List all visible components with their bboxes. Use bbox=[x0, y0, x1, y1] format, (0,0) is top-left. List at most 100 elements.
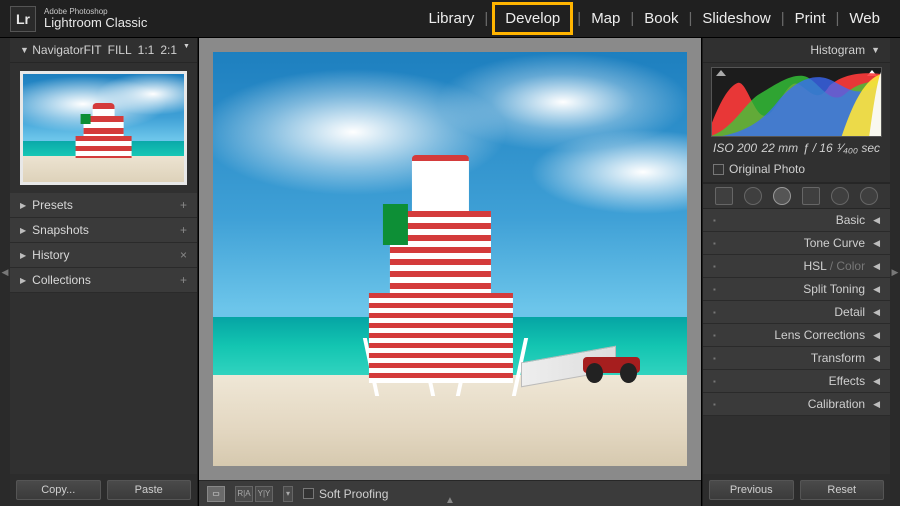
panel-badge[interactable]: + bbox=[180, 223, 187, 237]
chevron-left-icon: ◀ bbox=[873, 353, 880, 364]
panel-label: Effects bbox=[829, 374, 865, 388]
panel-hsl[interactable]: ▪HSL / Color◀ bbox=[703, 255, 890, 278]
right-panel-list: ▪ Basic ◀ ▪Tone Curve◀ ▪HSL / Color◀ ▪Spli… bbox=[703, 209, 890, 474]
histogram[interactable] bbox=[711, 67, 882, 137]
loupe-view-icon[interactable]: ▭ bbox=[207, 486, 225, 502]
panel-switch-icon[interactable]: ▪ bbox=[713, 285, 716, 294]
before-after-lr-icon[interactable]: R|A bbox=[235, 486, 253, 502]
module-switcher: Library | Develop | Map | Book | Slidesh… bbox=[422, 2, 900, 35]
panel-history[interactable]: ▶ History × bbox=[10, 243, 197, 268]
before-after-tb-icon[interactable]: Y|Y bbox=[255, 486, 273, 502]
copy-button[interactable]: Copy... bbox=[16, 480, 101, 500]
panel-label: Transform bbox=[811, 351, 865, 365]
chevron-left-icon: ◀ bbox=[873, 284, 880, 295]
panel-label: Snapshots bbox=[32, 223, 180, 237]
left-edge-toggle[interactable]: ◀ bbox=[0, 38, 10, 506]
navigator-title: Navigator bbox=[32, 43, 83, 57]
zoom-1-1[interactable]: 1:1 bbox=[138, 43, 155, 57]
module-slideshow[interactable]: Slideshow bbox=[696, 6, 776, 31]
left-panel-list: ▶ Presets + ▶ Snapshots + ▶ History × ▶ … bbox=[10, 193, 197, 474]
expand-icon: ▼ bbox=[20, 45, 29, 55]
module-web[interactable]: Web bbox=[843, 6, 886, 31]
module-map[interactable]: Map bbox=[585, 6, 626, 31]
navigator-thumbnail[interactable] bbox=[20, 71, 187, 185]
previous-button[interactable]: Previous bbox=[709, 480, 794, 500]
right-edge-toggle[interactable]: ▶ bbox=[890, 38, 900, 506]
expand-icon: ▼ bbox=[871, 45, 880, 55]
brush-tool-icon[interactable] bbox=[860, 187, 878, 205]
brand-title: Adobe Photoshop Lightroom Classic bbox=[44, 8, 147, 29]
exif-aperture: ƒ / 16 bbox=[803, 141, 833, 155]
panel-badge[interactable]: + bbox=[180, 198, 187, 212]
panel-label: Detail bbox=[834, 305, 865, 319]
module-sep: | bbox=[480, 10, 492, 27]
module-library[interactable]: Library bbox=[422, 6, 480, 31]
panel-presets[interactable]: ▶ Presets + bbox=[10, 193, 197, 218]
panel-switch-icon[interactable]: ▪ bbox=[713, 262, 716, 271]
panel-switch-icon[interactable]: ▪ bbox=[713, 377, 716, 386]
module-sep: | bbox=[777, 10, 789, 27]
local-tools bbox=[703, 183, 890, 209]
panel-switch-icon[interactable]: ▪ bbox=[713, 308, 716, 317]
panel-collections[interactable]: ▶ Collections + bbox=[10, 268, 197, 293]
soft-proofing-toggle[interactable]: Soft Proofing bbox=[303, 487, 388, 501]
center-viewer: ▭ R|A Y|Y ▾ Soft Proofing ▲ bbox=[198, 38, 702, 506]
main-area: ◀ ▼ Navigator FIT FILL 1:1 2:1 ▼ ▶ Prese… bbox=[0, 38, 900, 506]
chevron-left-icon: ◀ bbox=[873, 238, 880, 249]
chevron-left-icon: ◀ bbox=[873, 215, 880, 226]
zoom-2-1[interactable]: 2:1 bbox=[160, 43, 177, 57]
original-photo-toggle[interactable]: Original Photo bbox=[703, 159, 890, 183]
photo-preview bbox=[213, 52, 687, 466]
panel-effects[interactable]: ▪Effects◀ bbox=[703, 370, 890, 393]
redeye-tool-icon[interactable] bbox=[773, 187, 791, 205]
paste-button[interactable]: Paste bbox=[107, 480, 192, 500]
panel-switch-icon[interactable]: ▪ bbox=[713, 239, 716, 248]
panel-detail[interactable]: ▪ Detail ◀ bbox=[703, 301, 890, 324]
navigator-header[interactable]: ▼ Navigator FIT FILL 1:1 2:1 ▼ bbox=[10, 38, 197, 63]
panel-label: Calibration bbox=[808, 397, 865, 411]
module-sep: | bbox=[626, 10, 638, 27]
brand-big: Lightroom Classic bbox=[44, 16, 147, 29]
toolbar-more-icon[interactable]: ▾ bbox=[283, 486, 293, 502]
chevron-left-icon: ◀ bbox=[873, 307, 880, 318]
zoom-fill[interactable]: FILL bbox=[108, 43, 132, 57]
panel-lens-corrections[interactable]: ▪Lens Corrections◀ bbox=[703, 324, 890, 347]
checkbox-icon bbox=[303, 488, 314, 499]
checkbox-icon bbox=[713, 164, 724, 175]
filmstrip-toggle-icon[interactable]: ▲ bbox=[445, 495, 455, 506]
panel-switch-icon[interactable]: ▪ bbox=[713, 400, 716, 409]
panel-tone-curve[interactable]: ▪Tone Curve◀ bbox=[703, 232, 890, 255]
panel-switch-icon[interactable]: ▪ bbox=[713, 216, 716, 225]
module-develop[interactable]: Develop bbox=[492, 2, 573, 35]
histogram-title: Histogram bbox=[810, 43, 865, 57]
crop-tool-icon[interactable] bbox=[715, 187, 733, 205]
chevron-right-icon: ▶ bbox=[20, 276, 26, 285]
zoom-fit[interactable]: FIT bbox=[84, 43, 102, 57]
panel-switch-icon[interactable]: ▪ bbox=[713, 354, 716, 363]
left-button-row: Copy... Paste bbox=[10, 474, 197, 506]
zoom-more-icon[interactable]: ▼ bbox=[183, 43, 190, 57]
panel-switch-icon[interactable]: ▪ bbox=[713, 331, 716, 340]
chevron-left-icon: ◀ bbox=[873, 261, 880, 272]
exif-shutter: ¹⁄₄₀₀ sec bbox=[837, 141, 880, 155]
reset-button[interactable]: Reset bbox=[800, 480, 885, 500]
panel-basic[interactable]: ▪ Basic ◀ bbox=[703, 209, 890, 232]
soft-proofing-label: Soft Proofing bbox=[319, 487, 388, 501]
panel-badge[interactable]: + bbox=[180, 273, 187, 287]
panel-badge[interactable]: × bbox=[180, 248, 187, 262]
spot-tool-icon[interactable] bbox=[744, 187, 762, 205]
panel-label: Collections bbox=[32, 273, 180, 287]
radial-tool-icon[interactable] bbox=[831, 187, 849, 205]
panel-label: Basic bbox=[836, 213, 865, 227]
panel-split-toning[interactable]: ▪Split Toning◀ bbox=[703, 278, 890, 301]
panel-transform[interactable]: ▪ Transform ◀ bbox=[703, 347, 890, 370]
chevron-left-icon: ◀ bbox=[873, 330, 880, 341]
gradient-tool-icon[interactable] bbox=[802, 187, 820, 205]
histogram-header[interactable]: Histogram ▼ bbox=[703, 38, 890, 63]
module-print[interactable]: Print bbox=[789, 6, 832, 31]
module-book[interactable]: Book bbox=[638, 6, 684, 31]
module-sep: | bbox=[573, 10, 585, 27]
panel-calibration[interactable]: ▪Calibration◀ bbox=[703, 393, 890, 416]
panel-snapshots[interactable]: ▶ Snapshots + bbox=[10, 218, 197, 243]
image-viewer[interactable] bbox=[199, 38, 701, 480]
